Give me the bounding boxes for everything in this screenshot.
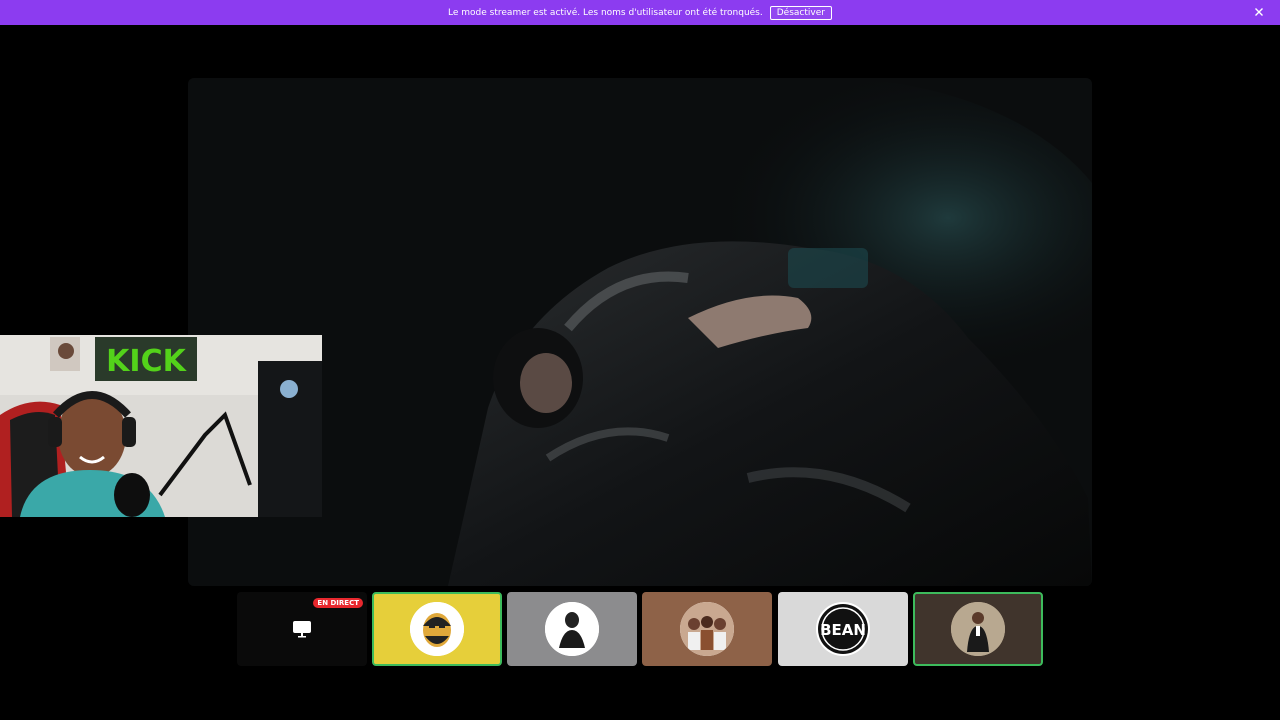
deactivate-button[interactable]: Désactiver bbox=[769, 5, 832, 20]
avatar-image bbox=[410, 602, 464, 656]
avatar bbox=[410, 602, 464, 656]
stream-tile[interactable]: EN DIRECT bbox=[237, 592, 367, 666]
participant-tiles: EN DIRECT BEAN bbox=[237, 592, 1043, 666]
avatar bbox=[951, 602, 1005, 656]
participant-tile-3[interactable] bbox=[642, 592, 772, 666]
bean-logo: BEAN bbox=[818, 604, 868, 654]
close-icon[interactable] bbox=[1252, 5, 1266, 19]
participant-tile-1[interactable] bbox=[372, 592, 502, 666]
live-badge: EN DIRECT bbox=[313, 598, 363, 608]
participant-tile-4[interactable]: BEAN bbox=[778, 592, 908, 666]
participant-tile-2[interactable] bbox=[507, 592, 637, 666]
banner-message: Le mode streamer est activé. Les noms d'… bbox=[448, 7, 763, 18]
avatar: BEAN bbox=[816, 602, 870, 656]
avatar-image bbox=[951, 602, 1005, 656]
kick-sign: KICK bbox=[106, 344, 187, 379]
streamer-mode-banner: Le mode streamer est activé. Les noms d'… bbox=[0, 0, 1280, 25]
participant-tile-5[interactable] bbox=[913, 592, 1043, 666]
streamer-webcam: KICK bbox=[0, 335, 322, 517]
screen-share-icon bbox=[293, 621, 311, 638]
video-frame bbox=[188, 78, 1092, 586]
avatar bbox=[545, 602, 599, 656]
avatar bbox=[680, 602, 734, 656]
main-video-stream[interactable] bbox=[188, 78, 1092, 586]
webcam-feed: KICK bbox=[0, 335, 322, 517]
avatar-image bbox=[680, 602, 734, 656]
svg-text:BEAN: BEAN bbox=[820, 621, 866, 639]
avatar-image bbox=[545, 602, 599, 656]
